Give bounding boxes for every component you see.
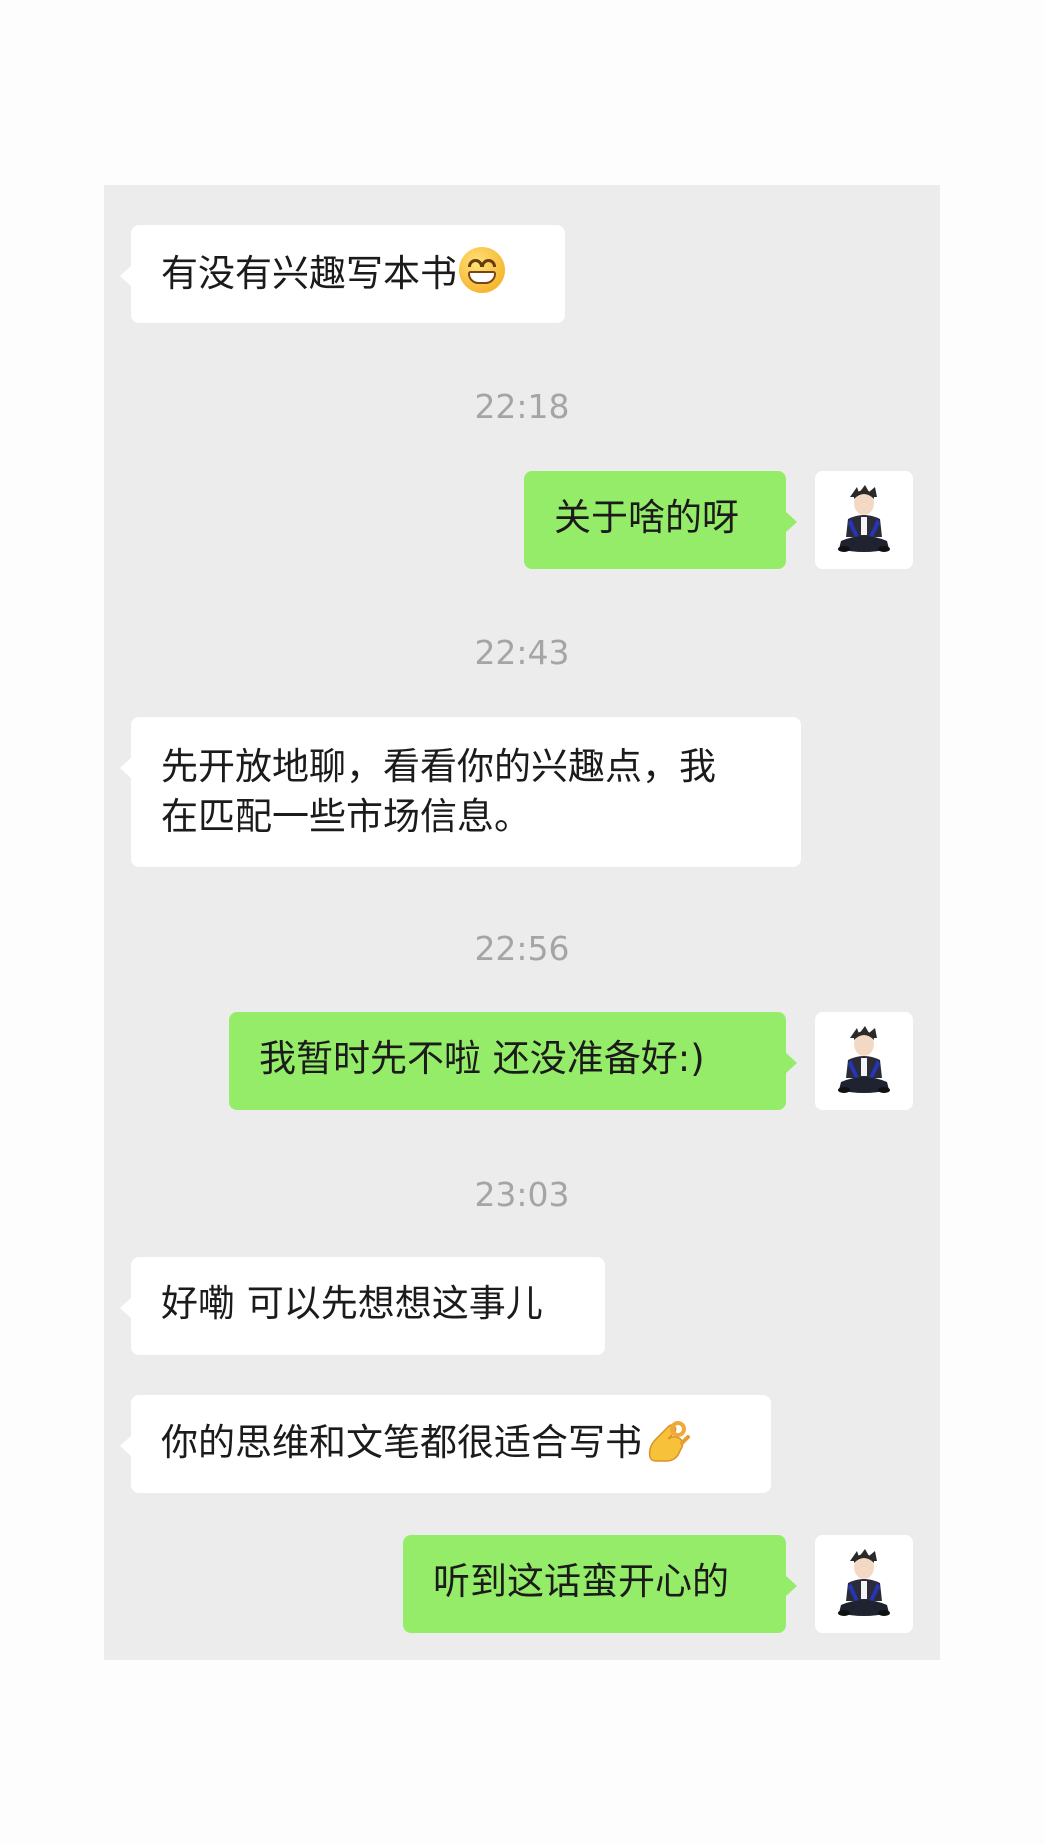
user-avatar-icon: [815, 1535, 913, 1633]
timestamp: 22:56: [474, 929, 570, 968]
message-text: 听到这话蛮开心的: [433, 1560, 729, 1603]
message-text-line: 在匹配一些市场信息。: [161, 795, 531, 838]
message-text: 关于啥的呀: [554, 496, 739, 539]
avatar[interactable]: [815, 1012, 913, 1110]
timestamp: 22:18: [474, 387, 570, 426]
message-text: 有没有兴趣写本书: [161, 252, 457, 295]
incoming-message-bubble[interactable]: 你的思维和文笔都很适合写书: [120, 1395, 771, 1493]
incoming-message-bubble[interactable]: 先开放地聊，看看你的兴趣点，我 在匹配一些市场信息。: [120, 717, 801, 867]
grinning-face-icon: [459, 247, 505, 293]
ok-hand-icon: [648, 1421, 690, 1462]
timestamp: 22:43: [474, 633, 570, 672]
chat-panel: 有没有兴趣写本书 22:18 关于啥的呀 22:43 先开放地聊，看看你的兴趣点…: [104, 185, 940, 1660]
timestamp: 23:03: [474, 1175, 570, 1214]
avatar[interactable]: [815, 1535, 913, 1633]
message-text: 我暂时先不啦 还没准备好:): [259, 1037, 705, 1080]
user-avatar-icon: [815, 471, 913, 569]
message-text-line: 先开放地聊，看看你的兴趣点，我: [161, 745, 716, 788]
message-text: 你的思维和文笔都很适合写书: [161, 1421, 642, 1464]
outgoing-message-bubble[interactable]: 听到这话蛮开心的: [403, 1535, 797, 1633]
incoming-message-bubble[interactable]: 有没有兴趣写本书: [120, 225, 565, 323]
outgoing-message-bubble[interactable]: 我暂时先不啦 还没准备好:): [229, 1012, 797, 1110]
user-avatar-icon: [815, 1012, 913, 1110]
message-text: 好嘞 可以先想想这事儿: [161, 1282, 543, 1325]
outgoing-message-bubble[interactable]: 关于啥的呀: [524, 471, 797, 569]
incoming-message-bubble[interactable]: 好嘞 可以先想想这事儿: [120, 1257, 605, 1355]
avatar[interactable]: [815, 471, 913, 569]
